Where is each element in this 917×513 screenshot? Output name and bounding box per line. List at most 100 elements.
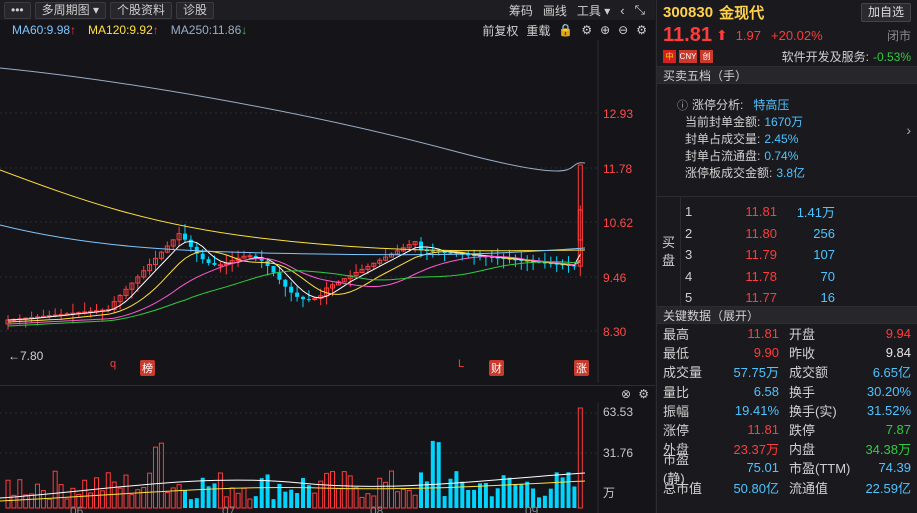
key-data-label: 量比 — [663, 384, 690, 400]
bid-row[interactable]: 4 11.78 70 — [681, 266, 917, 288]
toolbar-right: 筹码 画线 工具 ▾ ‹ ⤡ — [509, 2, 655, 19]
bid-volume: 107 — [813, 247, 835, 263]
tag-row: 中 CNY 创 软件开发及服务: -0.53% — [657, 46, 917, 66]
limit-key: 封单占流通盘: — [685, 149, 761, 163]
bid-row[interactable]: 5 11.77 16 — [681, 287, 917, 309]
close-icon[interactable]: ⊗ — [621, 387, 631, 401]
bid-row[interactable]: 3 11.79 107 — [681, 244, 917, 266]
price-tick: 12.93 — [603, 107, 634, 121]
limit-title-row: ⓘ 涨停分析: 特高压 — [677, 96, 917, 113]
overlay-button[interactable]: 重载 — [526, 22, 550, 39]
stock-code: 300830 — [663, 3, 714, 21]
chevron-right-icon[interactable]: › — [906, 122, 911, 138]
bid-volume: 70 — [820, 268, 835, 284]
key-data-value: 74.39 — [878, 460, 911, 476]
ma250-value: MA250:11.86 — [170, 23, 242, 37]
stock-name: 金现代 — [719, 4, 765, 22]
key-data-label: 最低 — [663, 346, 690, 362]
key-data-label: 换手 — [789, 384, 816, 400]
key-data-value: 50.80亿 — [733, 480, 779, 496]
key-data-label: 市盈(TTM) — [789, 461, 851, 477]
limit-row: 封单占成交量: 2.45% — [677, 130, 917, 147]
expand-icon[interactable]: ⤡ — [635, 2, 645, 18]
marker-q[interactable]: q — [108, 358, 118, 370]
diagnose-button[interactable]: 诊股 — [176, 1, 215, 19]
key-data-header[interactable]: 关键数据（展开） — [657, 306, 917, 324]
cny-badge: CNY — [679, 49, 697, 63]
key-data-label: 最高 — [663, 327, 690, 343]
kline-chart-pane[interactable]: ••• 多周期图 ▾ 个股资料 诊股 筹码 画线 工具 ▾ ‹ ⤡ MA60:9… — [0, 0, 655, 513]
zoom-in-icon[interactable]: ⊕ — [600, 23, 610, 37]
bid-row[interactable]: 2 11.80 256 — [681, 223, 917, 245]
order-book-header[interactable]: 买卖五档（手） — [657, 66, 917, 84]
bid-level: 5 — [685, 290, 693, 306]
multi-period-label: 多周期图 — [41, 2, 90, 17]
ma120-label: MA120:9.92↑ — [88, 23, 159, 37]
restore-right-button[interactable]: 前复权 — [482, 22, 518, 39]
chips-button[interactable]: 筹码 — [509, 2, 533, 19]
industry-link[interactable]: 软件开发及服务: -0.53% — [782, 48, 911, 65]
last-price: 11.81 — [663, 23, 712, 46]
stock-profile-button[interactable]: 个股资料 — [109, 1, 172, 19]
limit-up-analysis[interactable]: ⓘ 涨停分析: 特高压 当前封单金额: 1670万 封单占成交量: 2.45% 封单… — [657, 84, 917, 196]
key-data-value: 31.52% — [866, 402, 911, 418]
key-data-row: 市盈(静) 75.01 市盈(TTM) 74.39 — [663, 452, 911, 486]
limit-value: 3.8亿 — [776, 166, 806, 180]
draw-line-button[interactable]: 画线 — [543, 2, 567, 19]
bid-volume: 16 — [820, 290, 835, 306]
marker-cai[interactable]: 财 — [489, 360, 504, 376]
limit-row: 涨停板成交金额: 3.8亿 — [677, 164, 917, 181]
chart-toolbar: ••• 多周期图 ▾ 个股资料 诊股 筹码 画线 工具 ▾ ‹ ⤡ — [0, 0, 655, 20]
price-change-pct: +20.02% — [771, 27, 823, 43]
key-data-label: 开盘 — [789, 327, 816, 343]
ma-right-controls: 前复权 重载 🔒 ⚙ ⊕ ⊖ ⚙ — [482, 22, 655, 39]
marker-bang[interactable]: 榜 — [140, 360, 155, 376]
volume-tick: 63.53 — [603, 405, 634, 419]
bid-side-label: 买 盘 — [657, 197, 681, 306]
limit-concept-value[interactable]: 特高压 — [753, 96, 789, 113]
key-data-label: 内盘 — [789, 442, 816, 458]
add-watchlist-button[interactable]: 加自选 — [860, 2, 911, 22]
candles — [5, 164, 583, 330]
bid-price: 11.80 — [745, 225, 777, 241]
key-data-row: 最低 9.90 昨收 9.84 — [663, 343, 911, 362]
menu-dots-icon[interactable]: ••• — [4, 1, 31, 19]
industry-change: -0.53% — [872, 49, 911, 64]
lock-icon[interactable]: 🔒 — [558, 23, 573, 37]
bid-label-char: 买 — [661, 234, 675, 250]
ma-legend-row: MA60:9.98↑ MA120:9.92↑ MA250:11.86↓ 前复权 … — [0, 20, 655, 40]
key-data-value: 9.84 — [885, 345, 911, 361]
config-gear-icon[interactable]: ⚙ — [636, 23, 647, 37]
price-chart[interactable] — [0, 40, 655, 383]
key-data-label: 总市值 — [663, 480, 703, 496]
limit-row: 封单占流通盘: 0.74% — [677, 147, 917, 164]
key-data-value: 6.65亿 — [872, 365, 911, 381]
volume-unit: 万 — [603, 486, 616, 500]
tools-menu[interactable]: 工具 ▾ — [577, 2, 610, 19]
bid-level: 1 — [685, 204, 693, 220]
marker-zhang[interactable]: 涨 — [574, 360, 589, 376]
key-data-label: 跌停 — [789, 423, 816, 439]
month-tick: 06 — [70, 504, 84, 513]
volume-settings-icon[interactable]: ⚙ — [638, 387, 649, 401]
limit-key: 涨停板成交金额: — [685, 166, 773, 180]
collapse-icon[interactable]: ‹ — [620, 3, 624, 18]
key-data-row: 最高 11.81 开盘 9.94 — [663, 324, 911, 343]
ma60-value: MA60:9.98 — [12, 23, 71, 37]
market-status: 闭市 — [886, 28, 911, 43]
bid-volume: 1.41万 — [796, 205, 835, 221]
bid-price: 11.77 — [745, 290, 777, 306]
limit-value: 2.45% — [764, 131, 799, 146]
multi-period-button[interactable]: 多周期图 ▾ — [34, 1, 106, 19]
volume-chart[interactable] — [0, 403, 655, 513]
key-data-value: 19.41% — [734, 402, 779, 418]
zoom-out-icon[interactable]: ⊖ — [618, 23, 628, 37]
month-tick: 09 — [525, 504, 539, 513]
settings-gear-icon[interactable]: ⚙ — [581, 23, 592, 37]
marker-L[interactable]: L — [456, 358, 466, 370]
key-data-row: 量比 6.58 换手 30.20% — [663, 382, 911, 401]
limit-analysis-key: 涨停分析: — [692, 98, 744, 112]
bid-row[interactable]: 1 11.81 1.41万 — [681, 201, 917, 223]
price-tick: 10.62 — [603, 216, 634, 230]
key-data-row: 涨停 11.81 跌停 7.87 — [663, 420, 911, 439]
